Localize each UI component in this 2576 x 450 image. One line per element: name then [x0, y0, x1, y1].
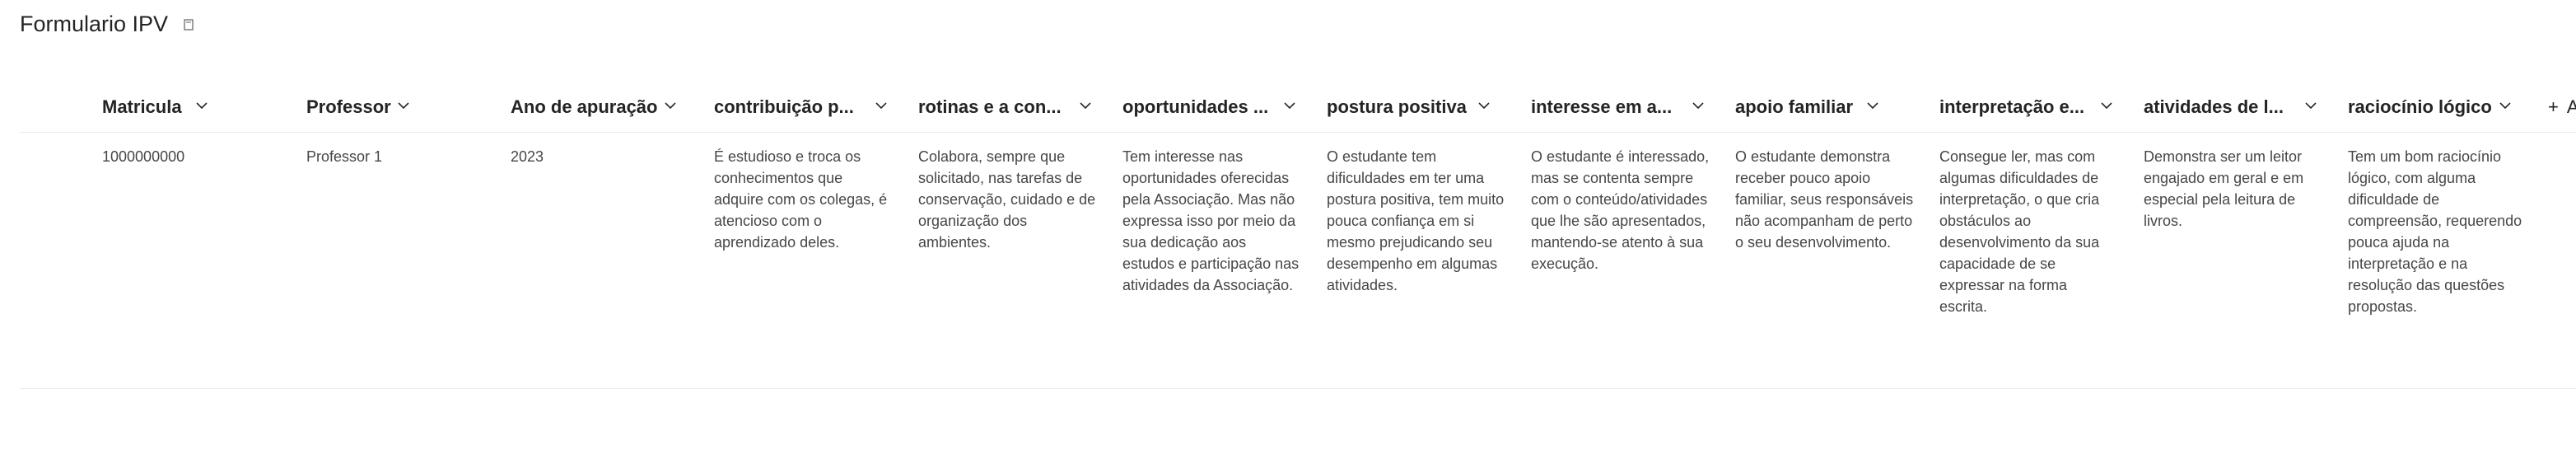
- column-header-interpretacao[interactable]: interpretação e...: [1939, 82, 2084, 132]
- table-cell: O estudante tem dificuldades em ter uma …: [1327, 148, 1505, 293]
- table-cell: 2023: [511, 148, 544, 165]
- table-cell: Tem interesse nas oportunidades oferecid…: [1122, 148, 1300, 293]
- column-header-professor[interactable]: Professor: [306, 82, 391, 132]
- column-header-raciocinio-logico[interactable]: raciocínio lógico: [2348, 82, 2492, 132]
- chevron-down-icon[interactable]: [1692, 101, 1705, 110]
- view-options-icon[interactable]: [183, 18, 194, 31]
- chevron-down-icon[interactable]: [397, 101, 410, 110]
- column-header-postura-positiva[interactable]: postura positiva: [1327, 82, 1467, 132]
- chevron-down-icon[interactable]: [2100, 101, 2113, 110]
- chevron-down-icon[interactable]: [875, 101, 888, 110]
- chevron-down-icon[interactable]: [195, 101, 208, 110]
- add-column-button[interactable]: + A: [2548, 82, 2576, 132]
- table-cell: Tem um bom raciocínio lógico, com alguma…: [2348, 148, 2522, 315]
- column-header-label: contribuição p...: [714, 96, 854, 117]
- chevron-down-icon[interactable]: [1866, 101, 1879, 110]
- column-header-label: postura positiva: [1327, 96, 1467, 117]
- column-header-label: rotinas e a con...: [918, 96, 1062, 117]
- table-row[interactable]: 1000000000 Professor 1 2023 É estudioso …: [20, 133, 2576, 389]
- chevron-down-icon[interactable]: [664, 101, 677, 110]
- table-cell: Demonstra ser um leitor engajado em gera…: [2144, 148, 2304, 229]
- table-cell: 1000000000: [102, 148, 185, 165]
- table-cell: É estudioso e troca os conhecimentos que…: [714, 148, 888, 251]
- column-header-label: Matricula: [102, 96, 182, 117]
- column-header-interesse[interactable]: interesse em a...: [1531, 82, 1672, 132]
- table-cell: O estudante demonstra receber pouco apoi…: [1735, 148, 1914, 251]
- column-header-ano-de-apuracao[interactable]: Ano de apuração: [511, 82, 657, 132]
- table-cell: Colabora, sempre que solicitado, nas tar…: [918, 148, 1096, 251]
- column-header-apoio-familiar[interactable]: apoio familiar: [1735, 82, 1853, 132]
- chevron-down-icon[interactable]: [1079, 101, 1092, 110]
- column-header-oportunidades[interactable]: oportunidades ...: [1122, 82, 1268, 132]
- chevron-down-icon[interactable]: [1477, 101, 1491, 110]
- column-header-contribuicao[interactable]: contribuição p...: [714, 82, 854, 132]
- column-header-label: Professor: [306, 96, 391, 117]
- list-title: Formulario IPV: [20, 12, 169, 36]
- column-header-rotinas[interactable]: rotinas e a con...: [918, 82, 1062, 132]
- plus-icon: +: [2548, 96, 2559, 117]
- column-header-atividades[interactable]: atividades de l...: [2144, 82, 2284, 132]
- table-cell: Consegue ler, mas com algumas dificuldad…: [1939, 148, 2100, 315]
- list-header: Formulario IPV: [20, 12, 194, 37]
- add-column-label: A: [2566, 96, 2576, 117]
- chevron-down-icon[interactable]: [2304, 101, 2317, 110]
- column-header-label: raciocínio lógico: [2348, 96, 2492, 117]
- column-header-label: interesse em a...: [1531, 96, 1673, 117]
- column-header-label: oportunidades ...: [1122, 96, 1269, 117]
- column-header-row: Matricula Professor Ano de apuração cont…: [20, 82, 2576, 133]
- chevron-down-icon[interactable]: [1283, 101, 1296, 110]
- column-header-label: atividades de l...: [2144, 96, 2284, 117]
- column-header-label: apoio familiar: [1735, 96, 1854, 117]
- column-header-label: interpretação e...: [1939, 96, 2085, 117]
- chevron-down-icon[interactable]: [2499, 101, 2512, 110]
- table-cell: Professor 1: [306, 148, 383, 165]
- list-grid: Matricula Professor Ano de apuração cont…: [20, 82, 2576, 389]
- column-header-label: Ano de apuração: [511, 96, 658, 117]
- table-cell: O estudante é interessado, mas se conten…: [1531, 148, 1710, 272]
- column-header-matricula[interactable]: Matricula: [102, 82, 182, 132]
